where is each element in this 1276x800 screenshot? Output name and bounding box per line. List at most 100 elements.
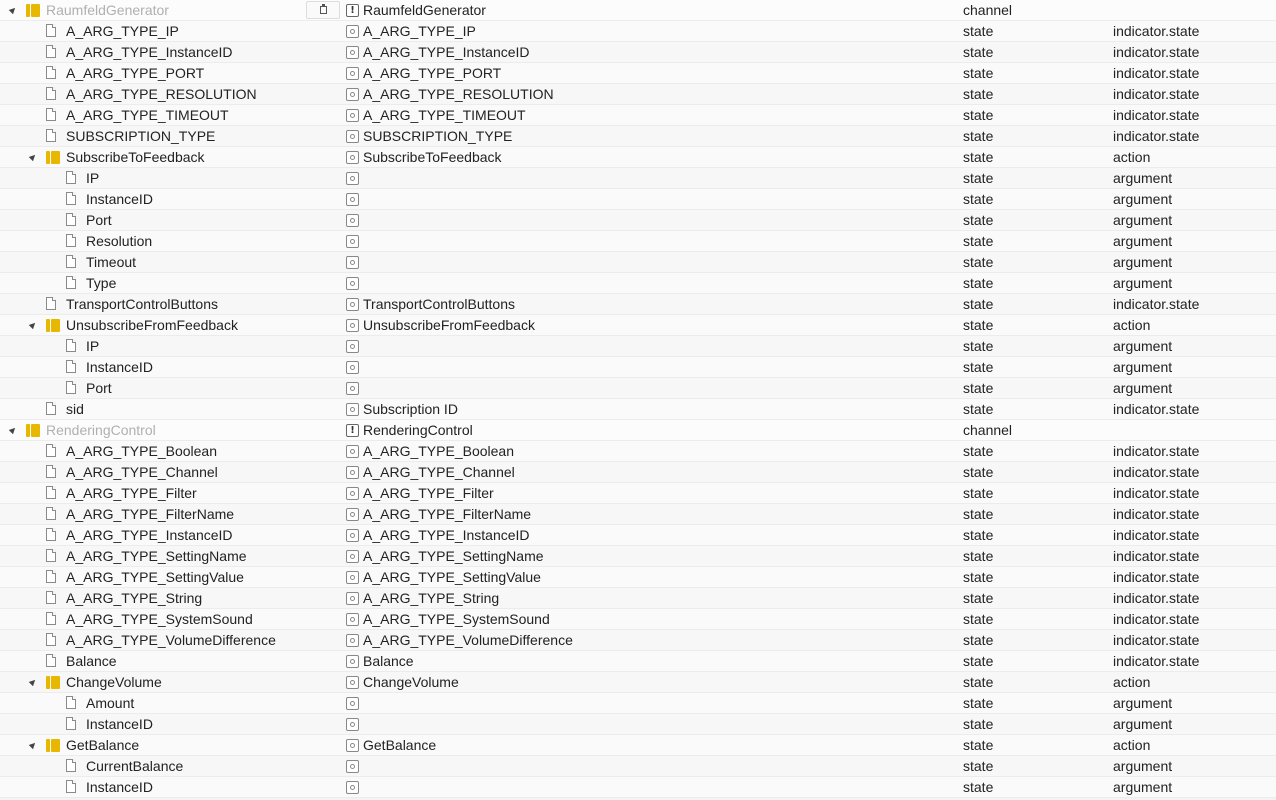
tree-state-row[interactable]: CurrentBalance state argument [0,756,1276,777]
object-name: InstanceID [86,359,153,375]
object-role: argument [1113,380,1173,396]
folder-icon [46,318,61,332]
tree-state-row[interactable]: A_ARG_TYPE_SettingValue A_ARG_TYPE_Settin… [0,567,1276,588]
tree-state-row[interactable]: Port state argument [0,378,1276,399]
state-circle-icon [346,340,359,353]
object-role: indicator.state [1113,569,1200,585]
object-type: state [963,611,994,627]
folder-icon [46,738,61,752]
object-name: A_ARG_TYPE_IP [66,23,179,39]
tree-state-row[interactable]: SUBSCRIPTION_TYPE SUBSCRIPTION_TYPE state i… [0,126,1276,147]
tree-state-row[interactable]: InstanceID state argument [0,357,1276,378]
object-type: state [963,758,994,774]
file-icon [66,192,76,205]
tree-state-row[interactable]: A_ARG_TYPE_VolumeDifference A_ARG_TYPE_Vo… [0,630,1276,651]
object-role: indicator.state [1113,506,1200,522]
object-title: A_ARG_TYPE_InstanceID [363,44,530,60]
expand-toggle-icon[interactable] [8,425,18,435]
tree-state-row[interactable]: A_ARG_TYPE_Boolean A_ARG_TYPE_Boolean stat… [0,441,1276,462]
tree-state-row[interactable]: A_ARG_TYPE_RESOLUTION A_ARG_TYPE_RESOLUTI… [0,84,1276,105]
state-circle-icon [346,571,359,584]
object-role: indicator.state [1113,653,1200,669]
file-icon [46,444,56,457]
tree-state-row[interactable]: TransportControlButtons TransportControlB… [0,294,1276,315]
object-type: state [963,86,994,102]
tree-folder-row[interactable]: ChangeVolume ChangeVolume state action [0,672,1276,693]
object-name: TransportControlButtons [66,296,218,312]
object-title: SubscribeToFeedback [363,149,502,165]
object-type: state [963,128,994,144]
object-title: A_ARG_TYPE_Filter [363,485,494,501]
tree-state-row[interactable]: A_ARG_TYPE_InstanceID A_ARG_TYPE_Instance… [0,42,1276,63]
file-icon [46,528,56,541]
tree-state-row[interactable]: A_ARG_TYPE_Channel A_ARG_TYPE_Channel stat… [0,462,1276,483]
tree-state-row[interactable]: A_ARG_TYPE_String A_ARG_TYPE_String state i… [0,588,1276,609]
tree-state-row[interactable]: Port state argument [0,210,1276,231]
state-circle-icon [346,277,359,290]
object-title: A_ARG_TYPE_RESOLUTION [363,86,554,102]
expand-toggle-icon[interactable] [28,740,38,750]
state-circle-icon [346,256,359,269]
state-circle-icon [346,676,359,689]
tree-state-row[interactable]: Amount state argument [0,693,1276,714]
object-type: state [963,443,994,459]
tree-state-row[interactable]: A_ARG_TYPE_SystemSound A_ARG_TYPE_SystemS… [0,609,1276,630]
object-name: A_ARG_TYPE_PORT [66,65,205,81]
tree-folder-row[interactable]: GetBalance GetBalance state action [0,735,1276,756]
tree-state-row[interactable]: A_ARG_TYPE_FilterName A_ARG_TYPE_FilterNa… [0,504,1276,525]
tree-state-row[interactable]: A_ARG_TYPE_Filter A_ARG_TYPE_Filter state i… [0,483,1276,504]
expand-toggle-icon[interactable] [28,677,38,687]
state-circle-icon [346,214,359,227]
tree-state-row[interactable]: Balance Balance state indicator.state [0,651,1276,672]
object-type: state [963,65,994,81]
file-icon [46,45,56,58]
file-icon [46,591,56,604]
object-type: state [963,275,994,291]
clipboard-icon[interactable] [306,1,340,19]
file-icon [66,276,76,289]
tree-state-row[interactable]: A_ARG_TYPE_PORT A_ARG_TYPE_PORT state indic… [0,63,1276,84]
tree-state-row[interactable]: InstanceID state argument [0,714,1276,735]
tree-state-row[interactable]: InstanceID state argument [0,777,1276,798]
folder-icon [46,150,61,164]
tree-folder-row[interactable]: SubscribeToFeedback SubscribeToFeedback st… [0,147,1276,168]
tree-folder-row[interactable]: UnsubscribeFromFeedback UnsubscribeFromFe… [0,315,1276,336]
object-type: state [963,632,994,648]
tree-state-row[interactable]: Type state argument [0,273,1276,294]
object-role: action [1113,674,1151,690]
tree-state-row[interactable]: InstanceID state argument [0,189,1276,210]
object-role: indicator.state [1113,86,1200,102]
object-title: GetBalance [363,737,437,753]
tree-state-row[interactable]: Resolution state argument [0,231,1276,252]
object-name: A_ARG_TYPE_FilterName [66,506,235,522]
tree-state-row[interactable]: IP state argument [0,336,1276,357]
object-title: Subscription ID [363,401,458,417]
tree-state-row[interactable]: A_ARG_TYPE_IP A_ARG_TYPE_IP state indicator… [0,21,1276,42]
file-icon [46,24,56,37]
object-name: A_ARG_TYPE_SettingName [66,548,247,564]
object-name: CurrentBalance [86,758,184,774]
tree-state-row[interactable]: A_ARG_TYPE_TIMEOUT A_ARG_TYPE_TIMEOUT stat… [0,105,1276,126]
expand-toggle-icon[interactable] [28,320,38,330]
object-role: indicator.state [1113,632,1200,648]
tree-channel-row[interactable]: RenderingControl! RenderingControl channel [0,420,1276,441]
tree-channel-row[interactable]: RaumfeldGenerator! RaumfeldGenerator chann… [0,0,1276,21]
tree-state-row[interactable]: Timeout state argument [0,252,1276,273]
file-icon [66,717,76,730]
tree-state-row[interactable]: IP state argument [0,168,1276,189]
expand-toggle-icon[interactable] [28,152,38,162]
object-type: state [963,338,994,354]
tree-state-row[interactable]: sid Subscription ID state indicator.state [0,399,1276,420]
object-type: state [963,191,994,207]
expand-toggle-icon[interactable] [8,5,18,15]
object-name: UnsubscribeFromFeedback [66,317,238,333]
state-circle-icon [346,130,359,143]
tree-state-row[interactable]: A_ARG_TYPE_SettingName A_ARG_TYPE_Setting… [0,546,1276,567]
state-circle-icon [346,718,359,731]
state-circle-icon [346,193,359,206]
object-role: argument [1113,212,1173,228]
object-role: indicator.state [1113,65,1200,81]
file-icon [66,171,76,184]
tree-state-row[interactable]: A_ARG_TYPE_InstanceID A_ARG_TYPE_Instance… [0,525,1276,546]
object-type: channel [963,422,1013,438]
